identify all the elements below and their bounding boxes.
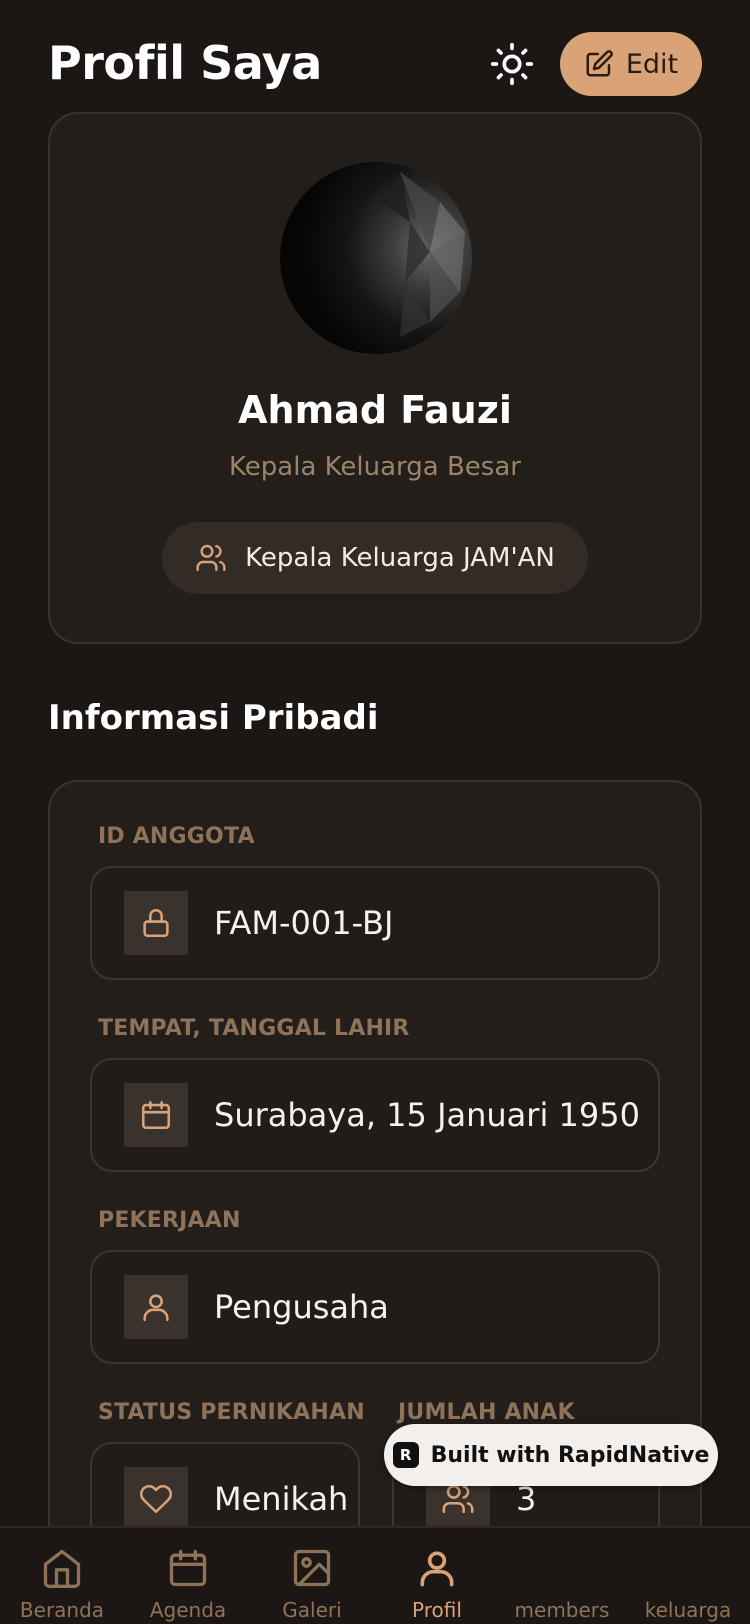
badge-text: Built with RapidNative — [430, 1442, 710, 1468]
theme-toggle-button[interactable] — [488, 40, 536, 88]
user-icon — [143, 1294, 169, 1322]
nav-item-profil[interactable]: Profil — [375, 1528, 499, 1624]
field-label: TEMPAT, TANGGAL LAHIR — [98, 1016, 410, 1041]
edit-button-label: Edit — [625, 48, 679, 80]
sun-icon — [490, 42, 534, 86]
field-value: FAM-001-BJ — [214, 904, 394, 942]
occupation-field: Pengusaha — [90, 1250, 660, 1364]
edit-icon — [586, 50, 613, 77]
calendar-icon — [141, 1100, 171, 1130]
profile-role: Kepala Keluarga Besar — [229, 452, 521, 482]
member-id-field: FAM-001-BJ — [90, 866, 660, 980]
built-with-badge[interactable]: R Built with RapidNative — [384, 1424, 718, 1486]
home-icon — [43, 1549, 81, 1588]
avatar-image — [380, 172, 465, 337]
nav-item-keluarga[interactable]: keluarga — [626, 1528, 750, 1624]
users-icon — [196, 544, 226, 572]
birth-field: Surabaya, 15 Januari 1950 — [90, 1058, 660, 1172]
field-label: PEKERJAAN — [98, 1208, 241, 1233]
avatar[interactable] — [280, 162, 472, 354]
field-value: Surabaya, 15 Januari 1950 — [214, 1096, 640, 1134]
family-role-label: Kepala Keluarga JAM'AN — [245, 543, 555, 573]
field-icon-box — [124, 891, 188, 955]
nav-label: Profil — [412, 1598, 462, 1622]
family-role-pill: Kepala Keluarga JAM'AN — [162, 522, 588, 594]
rapidnative-logo-icon: R — [392, 1442, 419, 1468]
field-label: JUMLAH ANAK — [398, 1400, 575, 1425]
nav-label: Beranda — [19, 1598, 105, 1622]
edit-button[interactable]: Edit — [560, 32, 702, 96]
nav-label: Galeri — [282, 1598, 342, 1622]
nav-label: Agenda — [149, 1598, 227, 1622]
nav-item-members[interactable]: members — [500, 1528, 624, 1624]
field-label: ID ANGGOTA — [98, 824, 255, 849]
nav-item-beranda[interactable]: Beranda — [0, 1528, 124, 1624]
users-icon — [442, 1484, 474, 1514]
nav-label: members — [514, 1598, 610, 1622]
profile-name: Ahmad Fauzi — [238, 388, 512, 432]
field-value: Menikah — [214, 1480, 349, 1518]
bottom-nav: Beranda Agenda Galeri Profil members kel… — [0, 1526, 750, 1624]
field-icon-box — [124, 1275, 188, 1339]
user-icon — [420, 1551, 454, 1587]
field-value: Pengusaha — [214, 1288, 389, 1326]
page-title: Profil Saya — [48, 36, 322, 90]
lock-icon — [143, 909, 169, 938]
nav-label: keluarga — [644, 1598, 732, 1622]
heart-icon — [139, 1484, 173, 1514]
calendar-icon — [169, 1549, 207, 1587]
field-label: STATUS PERNIKAHAN — [98, 1400, 365, 1425]
section-title: Informasi Pribadi — [48, 698, 379, 738]
field-icon-box — [124, 1083, 188, 1147]
nav-item-agenda[interactable]: Agenda — [126, 1528, 250, 1624]
image-icon — [293, 1549, 331, 1587]
nav-item-galeri[interactable]: Galeri — [250, 1528, 374, 1624]
field-icon-box — [124, 1467, 188, 1531]
